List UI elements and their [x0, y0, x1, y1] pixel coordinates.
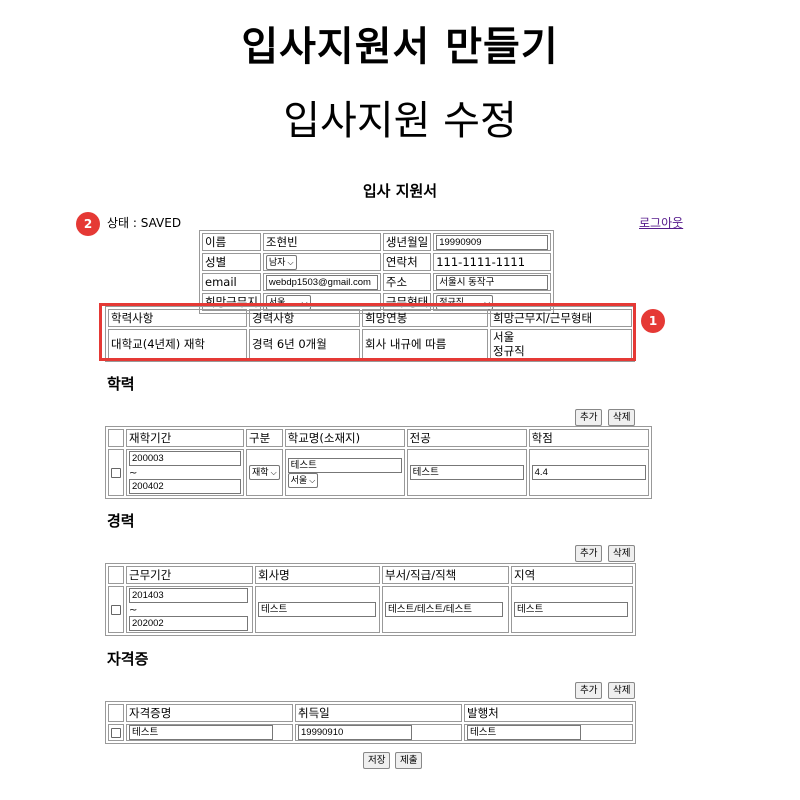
career-header-check	[108, 566, 124, 584]
education-start-input[interactable]: 200003	[129, 451, 241, 466]
education-header-grade: 학점	[528, 429, 649, 447]
education-table: 재학기간 구분 학교명(소재지) 전공 학점 200003 ~ 200402 재…	[105, 426, 652, 499]
table-row: 201403 ~ 202002 테스트 테스트/테스트/테스트 테스트	[108, 586, 633, 633]
gender-label: 성별	[202, 253, 261, 271]
annotation-badge-1: 1	[641, 309, 665, 333]
gender-select-value: 남자	[268, 257, 286, 268]
license-header-date: 취득일	[295, 704, 462, 722]
education-school-input[interactable]: 테스트	[287, 457, 402, 473]
license-header-check	[108, 704, 124, 722]
career-table: 근무기간 회사명 부서/직급/직책 지역 201403 ~ 202002 테스트…	[105, 563, 636, 636]
address-label: 주소	[382, 273, 432, 291]
personal-info-table: 이름 조현빈 생년월일 19990909 성별 남자 ⌵ 연락처 111-1111…	[199, 230, 555, 314]
education-location-value: 서울	[290, 475, 308, 486]
career-header-company: 회사명	[255, 566, 380, 584]
license-row-checkbox[interactable]	[111, 728, 121, 738]
logout-link[interactable]: 로그아웃	[639, 214, 683, 231]
chevron-down-icon: ⌵	[270, 468, 277, 477]
highlight-box	[99, 303, 636, 361]
career-company-input[interactable]: 테스트	[258, 602, 376, 617]
education-header-type: 구분	[246, 429, 283, 447]
license-name-input[interactable]: 테스트	[129, 725, 273, 740]
education-header-period: 재학기간	[126, 429, 244, 447]
education-location-select[interactable]: 서울 ⌵	[287, 472, 319, 488]
education-header-major: 전공	[406, 429, 527, 447]
career-region-input[interactable]: 테스트	[514, 602, 628, 617]
chevron-down-icon: ⌵	[287, 257, 294, 267]
education-type-select[interactable]: 재학 ⌵	[249, 465, 280, 480]
table-row: 200003 ~ 200402 재학 ⌵ 테스트 서울 ⌵ 테스트 4.4	[108, 449, 649, 496]
gender-select[interactable]: 남자 ⌵	[265, 254, 297, 270]
career-delete-button[interactable]: 삭제	[608, 545, 636, 562]
career-section-title: 경력	[107, 512, 135, 530]
career-header-region: 지역	[511, 566, 633, 584]
birth-input[interactable]: 19990909	[436, 234, 549, 250]
career-dept-input[interactable]: 테스트/테스트/테스트	[385, 602, 503, 617]
education-period-tilde: ~	[129, 468, 138, 479]
table-row: 테스트 19990910 테스트	[108, 724, 633, 741]
education-section-title: 학력	[107, 375, 135, 393]
license-header-name: 자격증명	[126, 704, 293, 722]
form-title: 입사 지원서	[362, 182, 438, 200]
education-row-checkbox[interactable]	[111, 468, 121, 478]
education-major-input[interactable]: 테스트	[409, 465, 524, 480]
name-value: 조현빈	[262, 233, 381, 251]
career-row-checkbox[interactable]	[111, 605, 121, 615]
career-header-period: 근무기간	[126, 566, 253, 584]
license-section-title: 자격증	[107, 650, 149, 668]
phone-label: 연락처	[382, 253, 432, 271]
career-add-button[interactable]: 추가	[575, 545, 603, 562]
birth-label: 생년월일	[382, 233, 432, 251]
email-label: email	[202, 273, 261, 291]
education-delete-button[interactable]: 삭제	[608, 409, 636, 426]
license-add-button[interactable]: 추가	[575, 682, 603, 699]
submit-button[interactable]: 제출	[395, 752, 423, 769]
status-text: 상태 : SAVED	[107, 216, 182, 230]
email-input[interactable]: webdp1503@gmail.com	[265, 274, 378, 290]
career-header-dept: 부서/직급/직책	[382, 566, 509, 584]
education-grade-input[interactable]: 4.4	[531, 465, 646, 480]
chevron-down-icon: ⌵	[309, 475, 316, 485]
career-period-tilde: ~	[129, 605, 138, 616]
address-input[interactable]: 서울시 동작구	[436, 274, 549, 290]
save-button[interactable]: 저장	[363, 752, 391, 769]
license-issuer-input[interactable]: 테스트	[467, 725, 581, 740]
education-end-input[interactable]: 200402	[129, 479, 241, 494]
annotation-badge-2: 2	[76, 212, 100, 236]
education-type-value: 재학	[252, 468, 269, 478]
education-header-check	[108, 429, 124, 447]
career-end-input[interactable]: 202002	[129, 616, 248, 631]
license-table: 자격증명 취득일 발행처 테스트 19990910 테스트	[105, 701, 636, 744]
license-date-input[interactable]: 19990910	[298, 725, 412, 740]
license-delete-button[interactable]: 삭제	[608, 682, 636, 699]
phone-value: 111-1111-1111	[433, 253, 552, 271]
education-header-school: 학교명(소재지)	[284, 429, 405, 447]
name-label: 이름	[202, 233, 261, 251]
career-start-input[interactable]: 201403	[129, 588, 248, 603]
license-header-issuer: 발행처	[464, 704, 633, 722]
education-add-button[interactable]: 추가	[575, 409, 603, 426]
page-banner-title: 입사지원서 만들기	[241, 24, 559, 70]
page-subtitle: 입사지원 수정	[283, 98, 517, 144]
